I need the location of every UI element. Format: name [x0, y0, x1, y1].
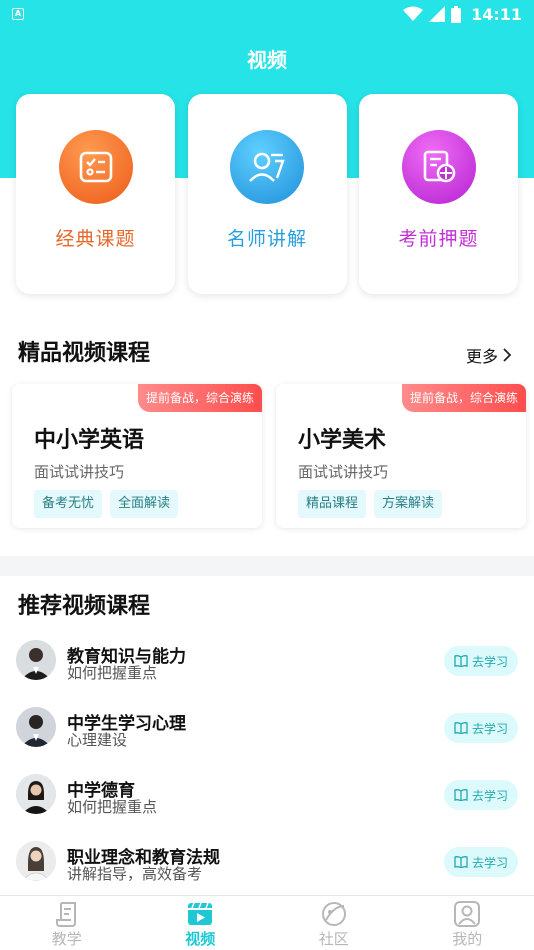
list-item[interactable]: 中学生学习心理 心理建设 去学习 [0, 697, 534, 764]
list-item-subtitle: 如何把握重点 [67, 798, 158, 816]
battery-icon [451, 5, 462, 23]
list-item-subtitle: 讲解指导，高效备考 [67, 865, 203, 883]
course-tag: 方案解读 [374, 490, 443, 518]
tab-label: 社区 [318, 930, 349, 948]
avatar [16, 707, 56, 747]
tab-profile[interactable]: 我的 [401, 896, 534, 950]
open-book-icon [454, 722, 468, 734]
tab-community[interactable]: 社区 [267, 896, 401, 950]
course-card-art[interactable]: 提前备战，综合演练 小学美术 面试试讲技巧 精品课程 方案解读 [276, 384, 526, 528]
open-book-icon [454, 789, 468, 801]
feature-label-exam: 考前押题 [398, 228, 479, 250]
list-item-subtitle: 心理建设 [67, 731, 128, 749]
feature-card-classic-topics[interactable]: 经典课题 [16, 94, 175, 294]
notification-app-icon: A [12, 8, 24, 20]
open-book-icon [454, 655, 468, 667]
profile-icon [454, 901, 481, 927]
book-icon [55, 902, 76, 927]
list-item[interactable]: 职业理念和教育法规 讲解指导，高效备考 去学习 [0, 831, 534, 898]
status-bar: A 14:11 [0, 0, 534, 28]
course-title: 小学美术 [298, 428, 387, 453]
tab-label: 教学 [51, 930, 82, 948]
list-item[interactable]: 中学德育 如何把握重点 去学习 [0, 764, 534, 831]
section-divider [0, 556, 534, 576]
community-icon [321, 902, 346, 926]
signal-icon [429, 6, 446, 22]
go-study-label: 去学习 [471, 654, 508, 669]
wifi-icon [403, 6, 424, 21]
course-subtitle: 面试试讲技巧 [298, 463, 389, 481]
course-badge: 提前备战，综合演练 [137, 384, 262, 412]
course-card-english[interactable]: 提前备战，综合演练 中小学英语 面试试讲技巧 备考无忧 全面解读 [12, 384, 262, 528]
video-icon [188, 902, 213, 925]
teacher-icon [230, 130, 304, 204]
feature-row: 经典课题 名师讲解 考前押题 [16, 94, 518, 294]
course-badge: 提前备战，综合演练 [401, 384, 526, 412]
more-link[interactable]: 更多 [466, 343, 512, 367]
course-tag: 备考无忧 [34, 490, 103, 518]
more-label: 更多 [465, 347, 498, 366]
feature-card-exam-prediction[interactable]: 考前押题 [359, 94, 518, 294]
feature-card-teacher-explain[interactable]: 名师讲解 [187, 94, 347, 294]
recommended-list: 教育知识与能力 如何把握重点 去学习 中学生学习心理 心理建设 去学习 中学德育… [0, 630, 534, 898]
feature-label-teacher: 名师讲解 [226, 228, 307, 250]
open-book-icon [454, 856, 468, 868]
avatar [16, 640, 56, 680]
course-subtitle: 面试试讲技巧 [34, 463, 125, 481]
list-item[interactable]: 教育知识与能力 如何把握重点 去学习 [0, 630, 534, 697]
go-study-button[interactable]: 去学习 [444, 713, 518, 743]
go-study-label: 去学习 [471, 721, 508, 736]
avatar [16, 774, 56, 814]
go-study-button[interactable]: 去学习 [444, 646, 518, 676]
page-title: 视频 [247, 48, 287, 72]
go-study-label: 去学习 [471, 788, 508, 803]
checklist-icon [58, 130, 133, 204]
status-time: 14:11 [471, 4, 522, 24]
go-study-label: 去学习 [471, 855, 508, 870]
recommended-section-title: 推荐视频课程 [18, 594, 151, 619]
tab-video[interactable]: 视频 [134, 896, 268, 950]
premium-section-title: 精品视频课程 [18, 341, 151, 366]
tab-label: 我的 [452, 930, 483, 948]
course-tag: 精品课程 [298, 490, 367, 518]
target-doc-icon [401, 130, 476, 204]
go-study-button[interactable]: 去学习 [444, 780, 518, 810]
course-title: 中小学英语 [34, 428, 145, 453]
feature-label-classic: 经典课题 [55, 228, 136, 250]
bottom-tab-bar: 教学 视频 社区 我的 [0, 895, 534, 950]
list-item-subtitle: 如何把握重点 [67, 664, 158, 682]
tab-teaching[interactable]: 教学 [0, 896, 134, 950]
premium-course-row: 提前备战，综合演练 中小学英语 面试试讲技巧 备考无忧 全面解读 提前备战，综合… [12, 384, 526, 528]
chevron-right-icon [503, 348, 512, 362]
tab-label: 视频 [185, 930, 216, 948]
avatar [16, 841, 56, 881]
course-tag: 全面解读 [110, 490, 179, 518]
go-study-button[interactable]: 去学习 [444, 847, 518, 877]
